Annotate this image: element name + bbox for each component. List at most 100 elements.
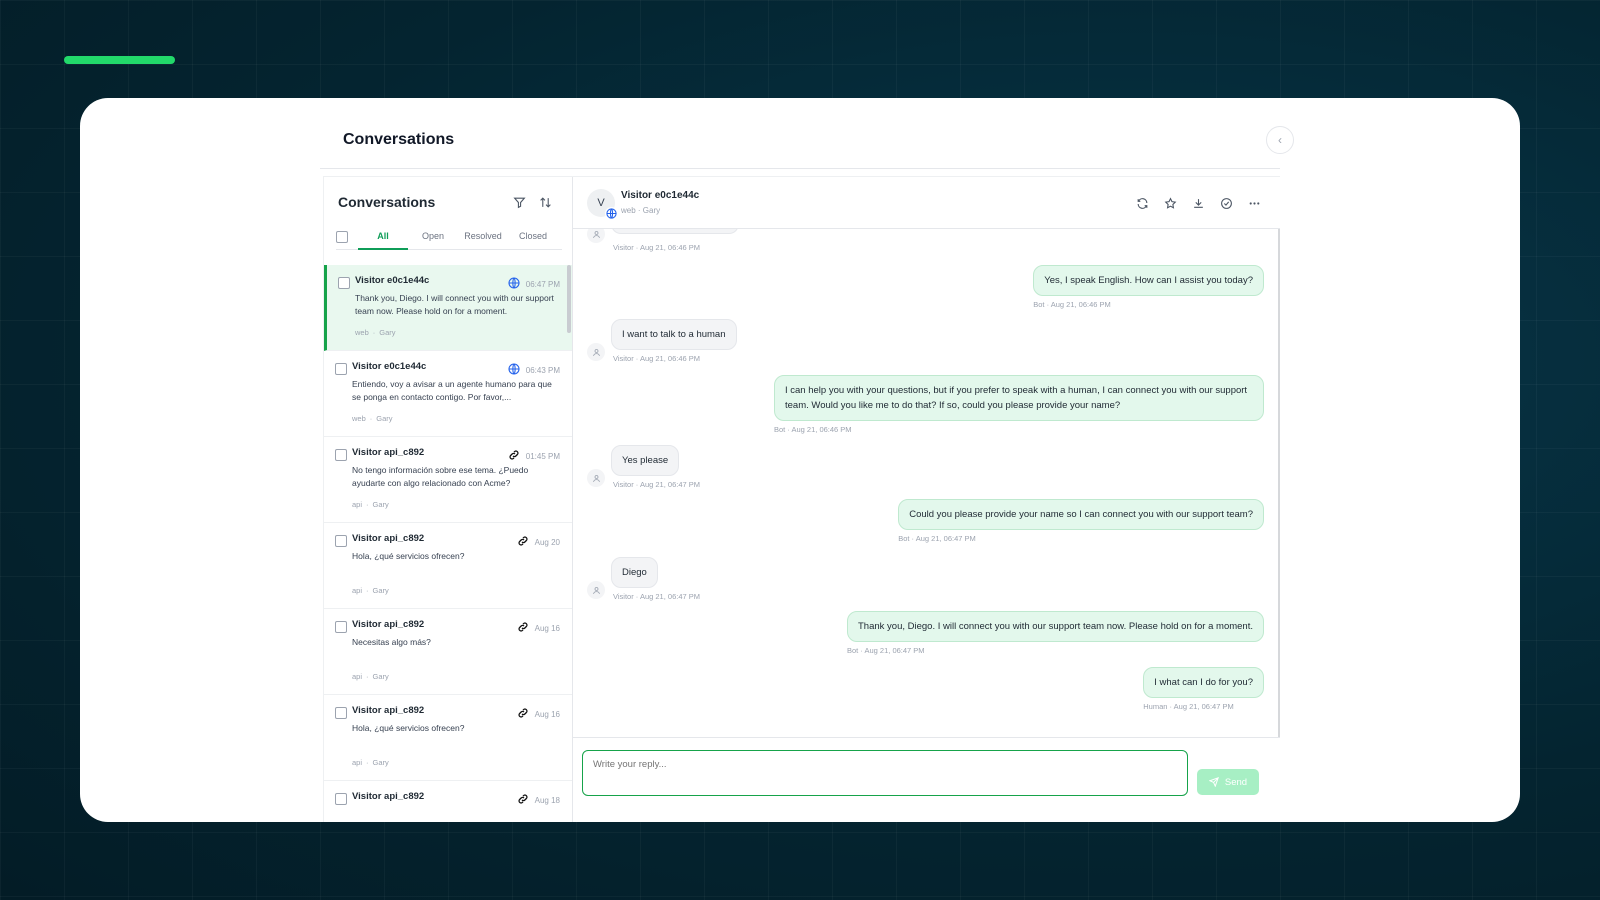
item-agent: Gary	[376, 414, 393, 423]
send-label: Send	[1224, 776, 1248, 788]
item-sep: ·	[366, 586, 369, 595]
item-time: Aug 16	[534, 623, 560, 633]
item-sep: ·	[366, 500, 369, 509]
row-checkbox[interactable]	[335, 363, 347, 375]
item-preview: No tengo información sobre ese tema. ¿Pu…	[352, 465, 529, 488]
reply-input[interactable]	[582, 750, 1188, 796]
chat-actions	[1132, 193, 1264, 213]
item-preview: Hola, ¿qué servicios ofrecen?	[352, 723, 465, 733]
avatar: V	[587, 189, 618, 220]
item-time: Aug 18	[534, 795, 560, 805]
message-bubble: Thank you, Diego. I will connect you wit…	[847, 611, 1264, 642]
message-bubble: I can help you with your questions, but …	[774, 375, 1264, 421]
download-icon[interactable]	[1188, 193, 1208, 213]
visitor-avatar-icon	[587, 343, 605, 361]
link-icon	[517, 535, 529, 549]
list-item[interactable]: Visitor api_c892 Aug 16 Necesitas algo más…	[324, 609, 572, 695]
chat-panel: V Visitor e0c1e44c web · Gary Visitor · …	[573, 177, 1280, 822]
message-visitor: Diego Visitor · Aug 21, 06:47 PM	[611, 557, 700, 601]
item-time-wrap: Aug 16	[517, 707, 560, 721]
accent-bar	[64, 56, 175, 64]
item-agent: Gary	[372, 586, 389, 595]
item-meta: web · Gary	[352, 414, 558, 423]
refresh-icon[interactable]	[1132, 193, 1152, 213]
item-meta: web · Gary	[355, 328, 558, 337]
visitor-avatar-icon	[587, 581, 605, 599]
list-item[interactable]: Visitor e0c1e44c 06:47 PM Thank you, Diego…	[324, 265, 572, 351]
item-time: 01:45 PM	[525, 451, 560, 461]
item-preview: Entiendo, voy a avisar a un agente human…	[352, 379, 552, 402]
message-bubble	[611, 229, 739, 234]
message-meta: Visitor · Aug 21, 06:47 PM	[613, 592, 700, 601]
status-tabs: All Open Resolved Closed	[336, 225, 562, 250]
message-bot: I can help you with your questions, but …	[774, 375, 1264, 434]
item-time-wrap: 01:45 PM	[508, 449, 560, 463]
avatar-initial: V	[597, 197, 605, 209]
link-icon	[517, 707, 529, 721]
item-time-wrap: Aug 16	[517, 621, 560, 635]
star-icon[interactable]	[1160, 193, 1180, 213]
item-meta: api · Gary	[352, 500, 558, 509]
list-item[interactable]: Visitor api_c892 01:45 PM No tengo informa…	[324, 437, 572, 523]
row-checkbox[interactable]	[335, 621, 347, 633]
globe-icon	[508, 363, 520, 377]
tab-closed[interactable]: Closed	[508, 225, 558, 250]
item-meta: api · Gary	[352, 758, 558, 767]
message-bot: Yes, I speak English. How can I assist y…	[1033, 265, 1264, 309]
item-preview: Thank you, Diego. I will connect you wit…	[355, 293, 554, 316]
list-header: Conversations All Open Resolved Closed	[324, 177, 572, 265]
divider	[320, 168, 1280, 169]
item-time: Aug 20	[534, 537, 560, 547]
message-bubble: Yes please	[611, 445, 680, 476]
message-meta: Visitor · Aug 21, 06:46 PM	[613, 354, 700, 363]
list-scrollbar[interactable]	[567, 265, 571, 333]
item-agent: Gary	[372, 672, 389, 681]
resolve-check-icon[interactable]	[1216, 193, 1236, 213]
item-time-wrap: 06:47 PM	[508, 277, 560, 291]
item-time: 06:43 PM	[525, 365, 560, 375]
chevron-icon: ‹	[1278, 133, 1282, 147]
row-checkbox[interactable]	[335, 793, 347, 805]
message-human: I what can I do for you? Human · Aug 21, …	[1143, 667, 1264, 711]
row-checkbox[interactable]	[335, 707, 347, 719]
sort-icon[interactable]	[534, 191, 556, 213]
list-item[interactable]: Visitor api_c892 Aug 18	[324, 781, 572, 822]
message-bot: Thank you, Diego. I will connect you wit…	[847, 611, 1264, 655]
tab-all[interactable]: All	[358, 225, 408, 250]
page-title: Conversations	[343, 131, 455, 148]
tab-open[interactable]: Open	[408, 225, 458, 250]
message-visitor: Visitor · Aug 21, 06:46 PM	[611, 229, 739, 252]
message-meta: Bot · Aug 21, 06:47 PM	[898, 534, 976, 543]
select-all-checkbox[interactable]	[336, 231, 348, 243]
message-meta: Visitor · Aug 21, 06:47 PM	[613, 480, 700, 489]
tab-resolved[interactable]: Resolved	[458, 225, 508, 250]
message-meta: Bot · Aug 21, 06:47 PM	[847, 646, 925, 655]
item-time-wrap: 06:43 PM	[508, 363, 560, 377]
message-bubble: I want to talk to a human	[611, 319, 737, 350]
item-preview: Necesitas algo más?	[352, 637, 431, 647]
list-item[interactable]: Visitor e0c1e44c 06:43 PM Entiendo, voy a …	[324, 351, 572, 437]
link-icon	[508, 449, 520, 463]
globe-icon	[605, 207, 618, 220]
chat-header: V Visitor e0c1e44c web · Gary	[573, 177, 1280, 229]
row-checkbox[interactable]	[335, 449, 347, 461]
message-visitor: I want to talk to a human Visitor · Aug 2…	[611, 319, 737, 363]
conversation-list: Visitor e0c1e44c 06:47 PM Thank you, Diego…	[324, 265, 572, 822]
row-checkbox[interactable]	[335, 535, 347, 547]
message-thread[interactable]: Visitor · Aug 21, 06:46 PM Yes, I speak E…	[573, 229, 1280, 737]
list-item[interactable]: Visitor api_c892 Aug 20 Hola, ¿qué servici…	[324, 523, 572, 609]
item-time: Aug 16	[534, 709, 560, 719]
message-bubble: Could you please provide your name so I …	[898, 499, 1264, 530]
item-sep: ·	[372, 328, 376, 337]
filter-icon[interactable]	[508, 191, 530, 213]
item-time-wrap: Aug 20	[517, 535, 560, 549]
message-bot: Could you please provide your name so I …	[898, 499, 1264, 543]
row-checkbox[interactable]	[338, 277, 350, 289]
app-card: Conversations ‹ Conversations All Open R…	[80, 98, 1520, 822]
message-bubble: Yes, I speak English. How can I assist y…	[1033, 265, 1264, 296]
list-item[interactable]: Visitor api_c892 Aug 16 Hola, ¿qué servici…	[324, 695, 572, 781]
send-button[interactable]: Send	[1197, 769, 1259, 795]
item-channel: api	[352, 586, 363, 595]
more-icon[interactable]	[1244, 193, 1264, 213]
collapse-button[interactable]: ‹	[1266, 126, 1294, 154]
